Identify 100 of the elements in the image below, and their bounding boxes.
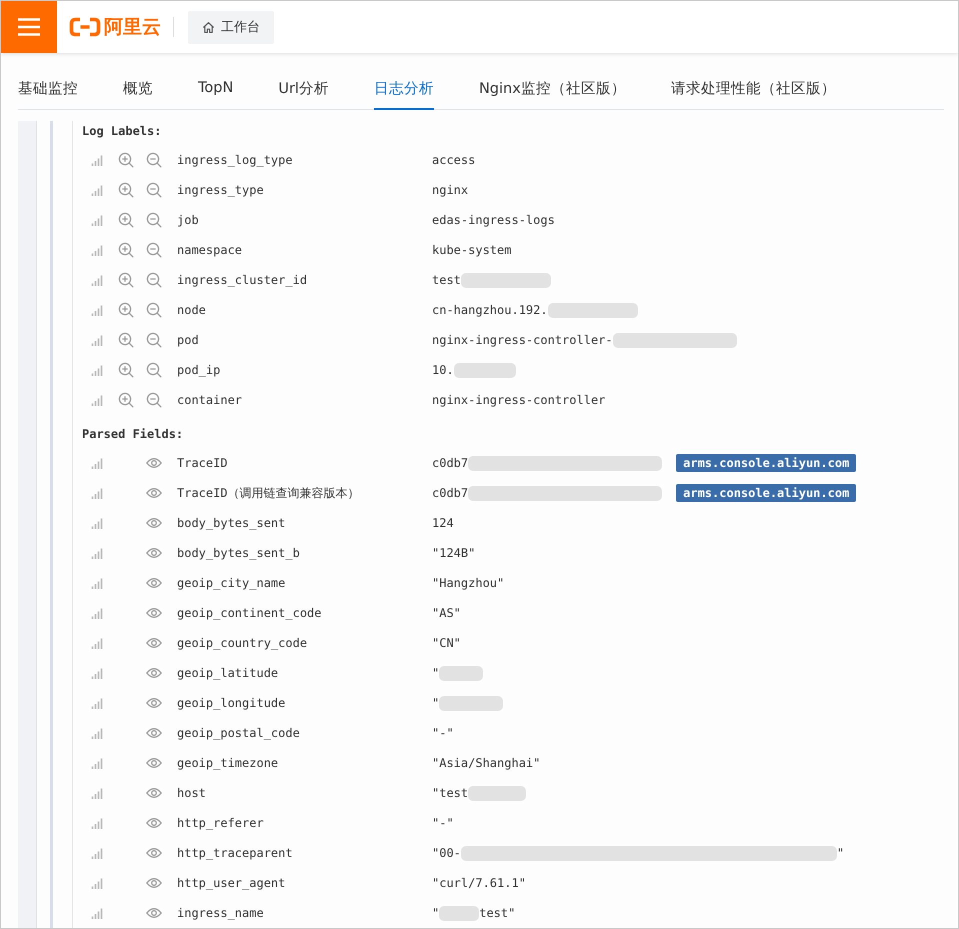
- eye-icon[interactable]: [146, 847, 162, 859]
- eye-icon[interactable]: [146, 517, 162, 529]
- field-value: "-": [432, 726, 454, 740]
- workspace-button[interactable]: 工作台: [188, 10, 274, 44]
- eye-icon[interactable]: [146, 697, 162, 709]
- bar-chart-icon: [91, 697, 103, 709]
- bar-chart-icon: [91, 757, 103, 769]
- field-value: c0db7: [432, 456, 468, 470]
- field-name: ingress_type: [177, 183, 265, 197]
- bar-chart-icon: [91, 637, 103, 649]
- zoom-out-icon[interactable]: [146, 242, 162, 258]
- field-name: body_bytes_sent: [177, 516, 286, 530]
- field-value: ": [432, 666, 440, 680]
- tab[interactable]: 日志分析: [374, 70, 434, 110]
- tab[interactable]: Url分析: [278, 70, 329, 110]
- menu-button[interactable]: [1, 1, 57, 53]
- zoom-out-icon[interactable]: [146, 272, 162, 288]
- zoom-out-icon[interactable]: [146, 212, 162, 228]
- eye-icon[interactable]: [146, 637, 162, 649]
- eye-icon[interactable]: [146, 877, 162, 889]
- field-value: "curl/7.61.1": [432, 876, 526, 890]
- field-name: ingress_name: [177, 906, 265, 920]
- field-value: "124B": [432, 546, 476, 560]
- bar-chart-icon: [91, 517, 103, 529]
- home-icon: [202, 20, 215, 34]
- bar-chart-icon: [91, 154, 103, 166]
- field-name: namespace: [177, 243, 244, 257]
- field-value: access: [432, 153, 476, 167]
- bar-chart-icon: [91, 667, 103, 679]
- field-name: pod: [177, 333, 200, 347]
- zoom-in-icon[interactable]: [118, 242, 134, 258]
- tab[interactable]: 基础监控: [18, 70, 78, 110]
- tab[interactable]: Nginx监控（社区版）: [478, 70, 626, 110]
- bar-chart-icon: [91, 547, 103, 559]
- field-value: "00-: [432, 846, 461, 860]
- bar-chart-icon: [91, 787, 103, 799]
- tab[interactable]: 请求处理性能（社区版）: [670, 70, 836, 110]
- field-name: geoip_postal_code: [177, 726, 301, 740]
- zoom-in-icon[interactable]: [118, 212, 134, 228]
- zoom-out-icon[interactable]: [146, 182, 162, 198]
- field-name: node: [177, 303, 207, 317]
- zoom-out-icon[interactable]: [146, 152, 162, 168]
- field-value: kube-system: [432, 243, 512, 257]
- bar-chart-icon: [91, 304, 103, 316]
- field-name: pod_ip: [177, 363, 222, 377]
- zoom-in-icon[interactable]: [118, 302, 134, 318]
- field-name: container: [177, 393, 244, 407]
- field-name: http_referer: [177, 816, 265, 830]
- field-name: body_bytes_sent_b: [177, 546, 301, 560]
- field-name: http_user_agent: [177, 876, 286, 890]
- eye-icon[interactable]: [146, 667, 162, 679]
- zoom-in-icon[interactable]: [118, 392, 134, 408]
- field-value: ": [836, 846, 844, 860]
- field-name: geoip_timezone: [177, 756, 280, 770]
- field-value: "Hangzhou": [432, 576, 504, 590]
- eye-icon[interactable]: [146, 817, 162, 829]
- eye-icon[interactable]: [146, 547, 162, 559]
- eye-icon[interactable]: [146, 907, 162, 919]
- zoom-out-icon[interactable]: [146, 362, 162, 378]
- eye-icon[interactable]: [146, 757, 162, 769]
- eye-icon[interactable]: [146, 457, 162, 469]
- zoom-in-icon[interactable]: [118, 182, 134, 198]
- bar-chart-icon: [91, 364, 103, 376]
- eye-icon[interactable]: [146, 607, 162, 619]
- field-value: "Asia/Shanghai": [432, 756, 540, 770]
- bar-chart-icon: [91, 184, 103, 196]
- bar-chart-icon: [91, 487, 103, 499]
- logo-icon: [69, 17, 101, 37]
- field-name: host: [177, 786, 207, 800]
- eye-icon[interactable]: [146, 487, 162, 499]
- zoom-out-icon[interactable]: [146, 332, 162, 348]
- menu-icon: [18, 18, 40, 36]
- zoom-out-icon[interactable]: [146, 302, 162, 318]
- zoom-in-icon[interactable]: [118, 152, 134, 168]
- bar-chart-icon: [91, 877, 103, 889]
- field-name: geoip_city_name: [177, 576, 286, 590]
- field-name: geoip_continent_code: [177, 606, 322, 620]
- zoom-out-icon[interactable]: [146, 392, 162, 408]
- field-value: nginx-ingress-controller: [432, 393, 606, 407]
- tab[interactable]: 概览: [123, 70, 153, 110]
- console-link[interactable]: arms.console.aliyun.com: [676, 454, 856, 472]
- zoom-in-icon[interactable]: [118, 362, 134, 378]
- tab[interactable]: TopN: [198, 70, 234, 110]
- brand-name: 阿里云: [104, 15, 161, 40]
- bar-chart-icon: [91, 394, 103, 406]
- field-value: "AS": [432, 606, 461, 620]
- field-name: TraceID: [177, 456, 229, 470]
- field-value: test: [432, 273, 461, 287]
- eye-icon[interactable]: [146, 577, 162, 589]
- eye-icon[interactable]: [146, 727, 162, 739]
- zoom-in-icon[interactable]: [118, 272, 134, 288]
- field-name: job: [177, 213, 200, 227]
- field-value: "CN": [432, 636, 461, 650]
- field-value: nginx: [432, 183, 468, 197]
- eye-icon[interactable]: [146, 787, 162, 799]
- bar-chart-icon: [91, 274, 103, 286]
- field-name: geoip_country_code: [177, 636, 308, 650]
- console-link[interactable]: arms.console.aliyun.com: [676, 484, 856, 502]
- zoom-in-icon[interactable]: [118, 332, 134, 348]
- field-name: ingress_cluster_id: [177, 273, 308, 287]
